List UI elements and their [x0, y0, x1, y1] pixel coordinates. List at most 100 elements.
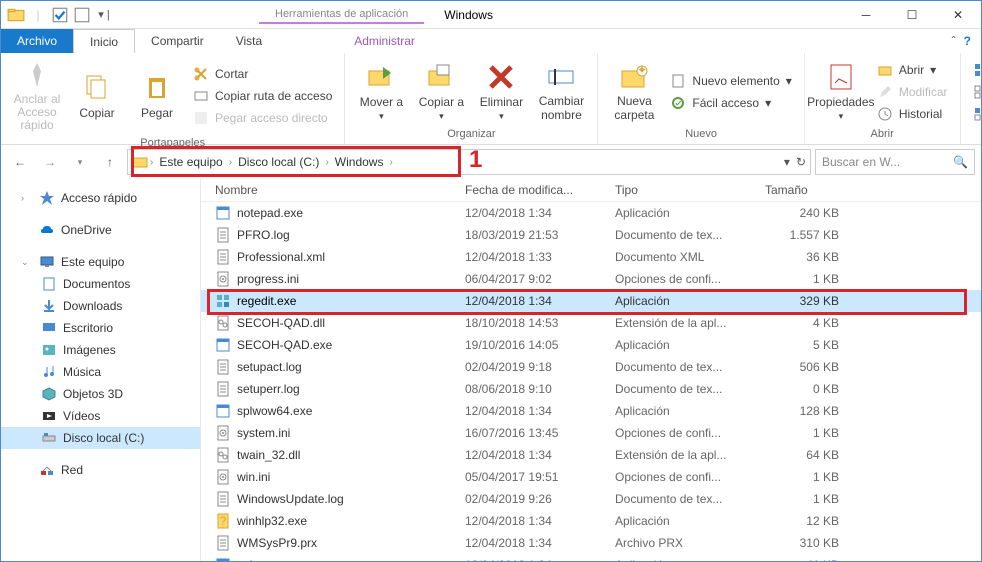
nav-documents[interactable]: Documentos — [1, 273, 200, 295]
chevron-right-icon[interactable]: › — [21, 193, 33, 203]
checkbox-icon[interactable] — [73, 6, 91, 24]
file-type-icon — [215, 403, 231, 419]
nav-music[interactable]: Música — [1, 361, 200, 383]
tab-view[interactable]: Vista — [220, 29, 278, 53]
chevron-right-icon[interactable]: › — [150, 157, 153, 168]
pin-button[interactable]: Anclar al Acceso rápido — [9, 57, 65, 135]
file-row[interactable]: win.ini05/04/2017 19:51Opciones de confi… — [201, 466, 981, 488]
file-date: 18/10/2018 14:53 — [465, 316, 615, 330]
chevron-right-icon[interactable]: › — [325, 157, 328, 168]
nav-3d-objects[interactable]: Objetos 3D — [1, 383, 200, 405]
edit-button[interactable]: Modificar — [873, 82, 952, 102]
file-name: win.ini — [237, 470, 270, 484]
chevron-right-icon[interactable]: › — [229, 157, 232, 168]
paste-shortcut-button[interactable]: Pegar acceso directo — [189, 108, 336, 128]
file-list[interactable]: 2 notepad.exe12/04/2018 1:34Aplicación24… — [201, 202, 981, 561]
back-button[interactable]: ← — [7, 149, 33, 175]
nav-this-pc[interactable]: ⌄Este equipo — [1, 251, 200, 273]
nav-local-disk[interactable]: Disco local (C:) — [1, 427, 200, 449]
file-type: Documento de tex... — [615, 382, 765, 396]
file-type-icon — [215, 227, 231, 243]
nav-videos[interactable]: Vídeos — [1, 405, 200, 427]
file-row[interactable]: write.exe12/04/2018 1:34Aplicación11 KB — [201, 554, 981, 561]
copy-path-button[interactable]: Copiar ruta de acceso — [189, 86, 336, 106]
select-all-button[interactable]: Seleccionar todo — [969, 60, 982, 80]
file-row[interactable]: setupact.log02/04/2019 9:18Documento de … — [201, 356, 981, 378]
tab-file[interactable]: Archivo — [1, 29, 73, 53]
folder-icon — [7, 6, 25, 24]
help-icon[interactable]: ? — [964, 34, 971, 48]
new-folder-button[interactable]: ✦Nueva carpeta — [606, 57, 662, 126]
up-button[interactable]: ↑ — [97, 149, 123, 175]
breadcrumb-folder[interactable]: Windows — [331, 155, 388, 169]
file-row[interactable]: PFRO.log18/03/2019 21:53Documento de tex… — [201, 224, 981, 246]
column-size[interactable]: Tamaño — [765, 183, 855, 197]
nav-network[interactable]: Red — [1, 459, 200, 481]
copy-to-button[interactable]: Copiar a▾ — [413, 57, 469, 126]
nav-quick-access[interactable]: ›Acceso rápido — [1, 187, 200, 209]
breadcrumb-root[interactable]: Este equipo — [155, 155, 226, 169]
file-row[interactable]: twain_32.dll12/04/2018 1:34Extensión de … — [201, 444, 981, 466]
cut-button[interactable]: Cortar — [189, 64, 336, 84]
invert-selection-button[interactable]: Invertir selección — [969, 104, 982, 124]
properties-button[interactable]: Propiedades▾ — [813, 57, 869, 126]
file-row[interactable]: system.ini16/07/2016 13:45Opciones de co… — [201, 422, 981, 444]
file-date: 02/04/2019 9:26 — [465, 492, 615, 506]
checkbox-checked-icon[interactable] — [51, 6, 69, 24]
tab-share[interactable]: Compartir — [135, 29, 220, 53]
rename-button[interactable]: Cambiar nombre — [533, 57, 589, 126]
file-date: 12/04/2018 1:34 — [465, 536, 615, 550]
chevron-down-icon[interactable]: ⌄ — [21, 257, 33, 268]
dropdown-icon[interactable]: ▾ — [784, 155, 790, 169]
drive-icon — [132, 154, 148, 170]
column-type[interactable]: Tipo — [615, 183, 765, 197]
file-type-icon — [215, 447, 231, 463]
column-date[interactable]: Fecha de modifica... — [465, 183, 615, 197]
tab-manage[interactable]: Administrar — [324, 29, 445, 53]
nav-onedrive[interactable]: OneDrive — [1, 219, 200, 241]
move-to-button[interactable]: Mover a▾ — [353, 57, 409, 126]
file-row[interactable]: splwow64.exe12/04/2018 1:34Aplicación128… — [201, 400, 981, 422]
file-row[interactable]: SECOH-QAD.exe19/10/2016 14:05Aplicación5… — [201, 334, 981, 356]
file-row[interactable]: WindowsUpdate.log02/04/2019 9:26Document… — [201, 488, 981, 510]
file-date: 05/04/2017 19:51 — [465, 470, 615, 484]
delete-button[interactable]: Eliminar▾ — [473, 57, 529, 126]
file-row[interactable]: SECOH-QAD.dll18/10/2018 14:53Extensión d… — [201, 312, 981, 334]
forward-button[interactable]: → — [37, 149, 63, 175]
new-item-button[interactable]: Nuevo elemento ▾ — [666, 71, 795, 91]
file-size: 5 KB — [765, 338, 855, 352]
collapse-ribbon-icon[interactable]: ˆ — [952, 34, 956, 48]
easy-access-button[interactable]: Fácil acceso ▾ — [666, 93, 795, 113]
file-date: 18/03/2019 21:53 — [465, 228, 615, 242]
nav-downloads[interactable]: Downloads — [1, 295, 200, 317]
file-type: Extensión de la apl... — [615, 316, 765, 330]
recent-dropdown[interactable]: ▾ — [67, 149, 93, 175]
nav-desktop[interactable]: Escritorio — [1, 317, 200, 339]
close-button[interactable]: ✕ — [935, 1, 981, 29]
file-row[interactable]: notepad.exe12/04/2018 1:34Aplicación240 … — [201, 202, 981, 224]
breadcrumb-drive[interactable]: Disco local (C:) — [234, 155, 323, 169]
dropdown-icon[interactable]: ▾ | — [95, 6, 113, 24]
file-row[interactable]: regedit.exe12/04/2018 1:34Aplicación329 … — [201, 290, 981, 312]
search-input[interactable]: Buscar en W... 🔍 — [815, 149, 975, 175]
file-row[interactable]: Professional.xml12/04/2018 1:33Documento… — [201, 246, 981, 268]
file-row[interactable]: WMSysPr9.prx12/04/2018 1:34Archivo PRX31… — [201, 532, 981, 554]
file-row[interactable]: ?winhlp32.exe12/04/2018 1:34Aplicación12… — [201, 510, 981, 532]
copy-button[interactable]: Copiar — [69, 57, 125, 135]
file-row[interactable]: setuperr.log08/06/2018 9:10Documento de … — [201, 378, 981, 400]
chevron-right-icon[interactable]: › — [389, 157, 392, 168]
minimize-button[interactable]: ─ — [843, 1, 889, 29]
history-button[interactable]: Historial — [873, 104, 952, 124]
paste-button[interactable]: Pegar — [129, 57, 185, 135]
file-row[interactable]: progress.ini06/04/2017 9:02Opciones de c… — [201, 268, 981, 290]
select-none-button[interactable]: No seleccionar nada — [969, 82, 982, 102]
tab-home[interactable]: Inicio — [73, 29, 135, 53]
refresh-icon[interactable]: ↻ — [796, 155, 806, 169]
file-size: 329 KB — [765, 294, 855, 308]
maximize-button[interactable]: ☐ — [889, 1, 935, 29]
nav-pictures[interactable]: Imágenes — [1, 339, 200, 361]
open-button[interactable]: Abrir ▾ — [873, 60, 952, 80]
column-name[interactable]: Nombre — [215, 183, 465, 197]
file-type: Aplicación — [615, 338, 765, 352]
file-type-icon — [215, 315, 231, 331]
